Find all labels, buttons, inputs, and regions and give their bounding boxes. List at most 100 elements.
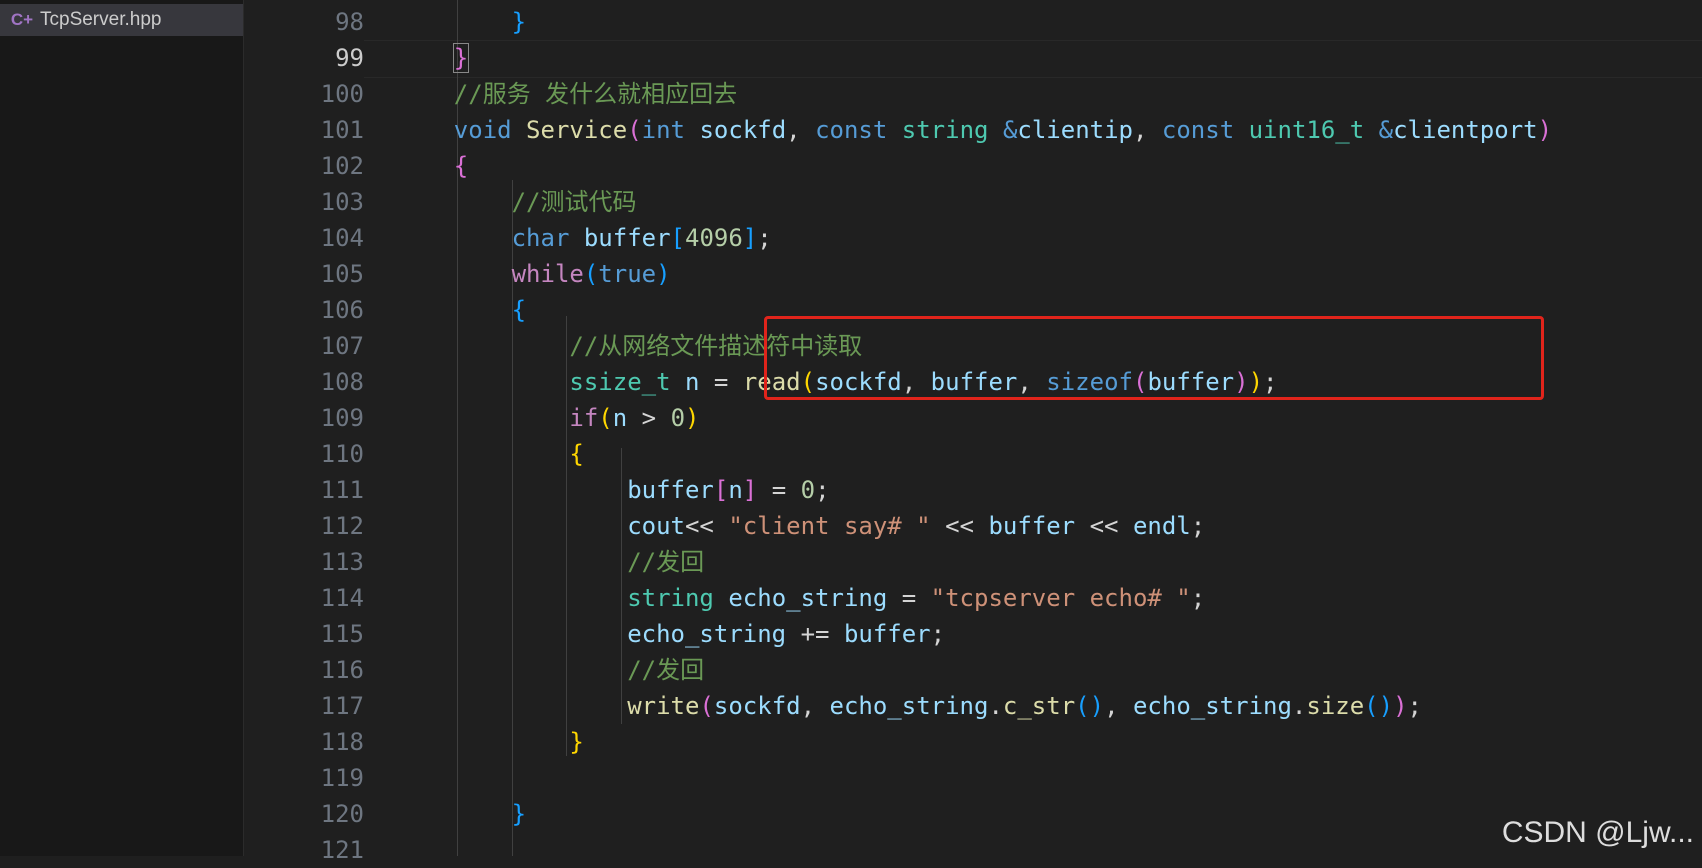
code-token: = [699, 368, 743, 396]
code-token: echo_string [829, 692, 989, 720]
code-line[interactable]: string echo_string = "tcpserver echo# "; [396, 580, 1205, 616]
line-number: 121 [320, 836, 364, 864]
line-number: 108 [320, 368, 364, 396]
code-token: cout [627, 512, 685, 540]
line-number: 116 [320, 656, 364, 684]
file-name: TcpServer.hpp [40, 9, 162, 30]
code-line[interactable]: } [396, 4, 526, 40]
code-token: buffer [988, 512, 1076, 540]
code-token: ) [685, 404, 700, 432]
code-line[interactable]: //测试代码 [396, 184, 637, 220]
line-number: 104 [320, 224, 364, 252]
code-token: while [511, 260, 584, 288]
code-line[interactable]: cout<< "client say# " << buffer << endl; [396, 508, 1205, 544]
code-token: ) [1393, 692, 1408, 720]
code-line[interactable]: char buffer[4096]; [396, 220, 772, 256]
code-token: } [452, 43, 470, 73]
code-line[interactable]: { [396, 436, 583, 472]
code-token: { [511, 296, 527, 324]
code-token: n [728, 476, 743, 504]
code-token: > [627, 404, 671, 432]
code-token: [ [670, 224, 685, 252]
code-token: , [1104, 692, 1133, 720]
code-token: clientport [1393, 116, 1538, 144]
line-number: 105 [320, 260, 364, 288]
line-number: 110 [320, 440, 364, 468]
watermark: CSDN @Ljw... [1501, 816, 1694, 849]
code-token: 0 [800, 476, 816, 504]
code-token: ] [742, 224, 758, 252]
code-token: endl [1132, 512, 1191, 540]
code-token: ; [757, 224, 772, 252]
line-number: 101 [320, 116, 364, 144]
code-token: 4096 [685, 224, 743, 252]
line-number: 107 [320, 332, 364, 360]
code-line[interactable]: void Service(int sockfd, const string &c… [396, 112, 1552, 148]
code-editor[interactable]: 98 99 100 101 102 103 104 105 106 107 108 109 110 111… [244, 0, 1702, 864]
code-token: ( [627, 116, 642, 144]
code-line[interactable]: write(sockfd, echo_string.c_str(), echo_… [396, 688, 1422, 724]
line-number: 102 [320, 152, 364, 180]
code-token: sockfd [713, 692, 801, 720]
code-token: write [627, 692, 700, 720]
line-number: 111 [320, 476, 364, 504]
line-number: 98 [335, 8, 364, 36]
code-line[interactable]: } [396, 40, 470, 76]
code-token: [ [713, 476, 729, 504]
line-number: 99 [335, 44, 364, 72]
line-number: 103 [320, 188, 364, 216]
code-line[interactable]: } [396, 796, 526, 832]
code-token: echo_string [728, 584, 888, 612]
code-line[interactable]: echo_string += buffer; [396, 616, 945, 652]
code-token: , [1132, 116, 1162, 144]
code-token: , [800, 692, 830, 720]
code-token: ; [930, 620, 946, 648]
line-number: 119 [320, 764, 364, 792]
code-token: } [511, 800, 527, 828]
code-token: "client say# " [728, 512, 931, 540]
code-line[interactable]: //发回 [396, 544, 704, 580]
cpp-header-icon: C+ [10, 10, 34, 29]
current-line-highlight [364, 40, 1702, 78]
code-token: << [1075, 512, 1133, 540]
code-line[interactable]: { [396, 148, 468, 184]
code-line[interactable]: //服务 发什么就相应回去 [396, 76, 737, 112]
file-tab-tcpserver[interactable]: C+ TcpServer.hpp [0, 4, 243, 36]
code-token: ; [815, 476, 830, 504]
code-line[interactable]: //发回 [396, 652, 704, 688]
line-number: 109 [320, 404, 364, 432]
code-token: char [511, 224, 570, 252]
code-area[interactable]: } } //服务 发什么就相应回去 void Service(int sockf… [364, 0, 1702, 856]
code-token: true [598, 260, 657, 288]
code-token: () [1075, 692, 1105, 720]
code-token: , [786, 116, 816, 144]
code-token: echo_string [1132, 692, 1292, 720]
code-line[interactable]: if(n > 0) [396, 400, 699, 436]
code-line[interactable]: { [396, 292, 526, 328]
code-token: int [641, 116, 686, 144]
code-line[interactable]: while(true) [396, 256, 671, 292]
code-token: string [627, 584, 714, 612]
code-line[interactable]: buffer[n] = 0; [396, 472, 830, 508]
code-line[interactable]: } [396, 724, 583, 760]
